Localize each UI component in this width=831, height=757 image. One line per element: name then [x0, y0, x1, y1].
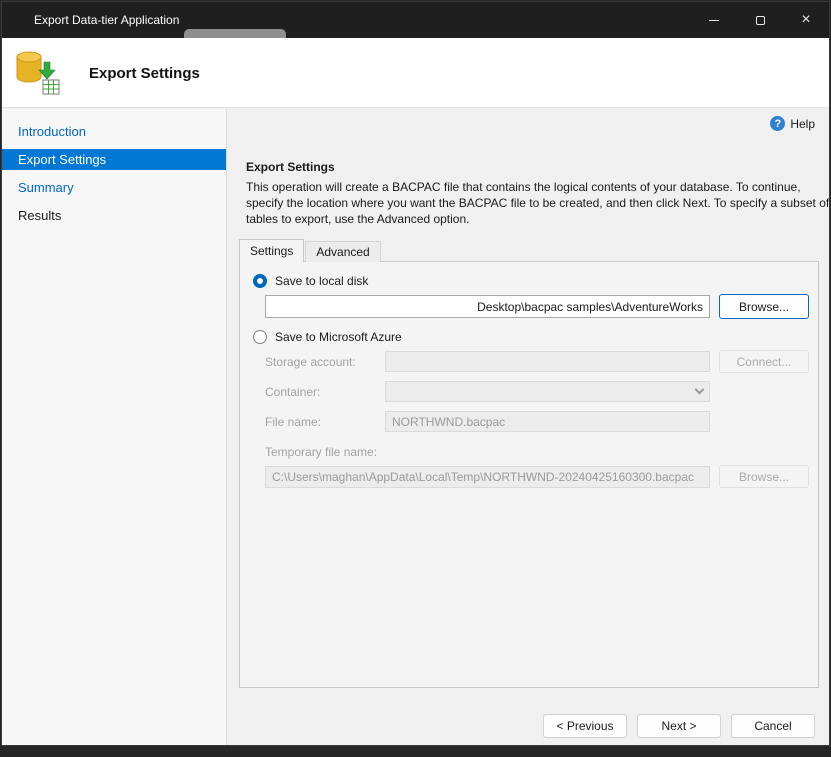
background-window-artifact — [184, 29, 286, 38]
browse-local-button[interactable]: Browse... — [719, 294, 809, 319]
save-local-disk-row: Save to local disk — [253, 274, 368, 288]
chevron-down-icon — [695, 385, 705, 395]
minimize-button[interactable] — [691, 2, 737, 38]
maximize-button[interactable] — [737, 2, 783, 38]
section-heading: Export Settings — [246, 160, 335, 174]
main-content: ? Help Export Settings This operation wi… — [228, 109, 829, 745]
container-label: Container: — [265, 385, 320, 399]
close-button[interactable]: × — [783, 2, 829, 38]
save-local-disk-label: Save to local disk — [275, 274, 368, 288]
temp-file-name-label: Temporary file name: — [265, 445, 377, 459]
save-azure-row: Save to Microsoft Azure — [253, 330, 402, 344]
temp-file-name-input: C:\Users\maghan\AppData\Local\Temp\NORTH… — [265, 466, 710, 488]
window-title: Export Data-tier Application — [2, 13, 179, 27]
container-dropdown — [385, 381, 710, 402]
browse-azure-button: Browse... — [719, 465, 809, 488]
save-azure-radio[interactable] — [253, 330, 267, 344]
sidebar-item-summary[interactable]: Summary — [2, 177, 226, 198]
storage-account-input — [385, 351, 710, 372]
cancel-button[interactable]: Cancel — [731, 714, 815, 738]
help-label: Help — [790, 117, 815, 131]
sidebar-item-results[interactable]: Results — [2, 205, 226, 226]
tab-settings[interactable]: Settings — [239, 239, 304, 262]
sidebar-item-export-settings[interactable]: Export Settings — [2, 149, 226, 170]
save-local-disk-radio[interactable] — [253, 274, 267, 288]
previous-button[interactable]: < Previous — [543, 714, 627, 738]
save-azure-label: Save to Microsoft Azure — [275, 330, 402, 344]
next-button[interactable]: Next > — [637, 714, 721, 738]
close-icon: × — [801, 12, 810, 28]
maximize-icon — [756, 16, 765, 25]
local-path-input[interactable]: Desktop\bacpac samples\AdventureWorks — [265, 295, 710, 318]
tab-advanced[interactable]: Advanced — [305, 241, 380, 262]
export-data-tier-dialog: Export Data-tier Application × Export Se… — [1, 1, 830, 746]
connect-button: Connect... — [719, 350, 809, 373]
help-button[interactable]: ? Help — [770, 116, 815, 131]
file-name-input: NORTHWND.bacpac — [385, 411, 710, 432]
sidebar-item-introduction[interactable]: Introduction — [2, 121, 226, 142]
page-title: Export Settings — [89, 65, 200, 82]
wizard-steps-sidebar: Introduction Export Settings Summary Res… — [2, 109, 227, 745]
database-export-icon — [14, 49, 62, 97]
settings-tab-panel: Save to local disk Desktop\bacpac sample… — [239, 261, 819, 688]
file-name-label: File name: — [265, 415, 321, 429]
wizard-header: Export Settings — [2, 38, 829, 108]
help-icon: ? — [770, 116, 785, 131]
caption-buttons: × — [691, 2, 829, 38]
storage-account-label: Storage account: — [265, 355, 356, 369]
footer-buttons: < Previous Next > Cancel — [543, 714, 815, 738]
section-description: This operation will create a BACPAC file… — [246, 179, 831, 228]
titlebar: Export Data-tier Application × — [2, 2, 829, 38]
minimize-icon — [709, 20, 719, 21]
tab-strip: Settings Advanced — [239, 239, 381, 262]
